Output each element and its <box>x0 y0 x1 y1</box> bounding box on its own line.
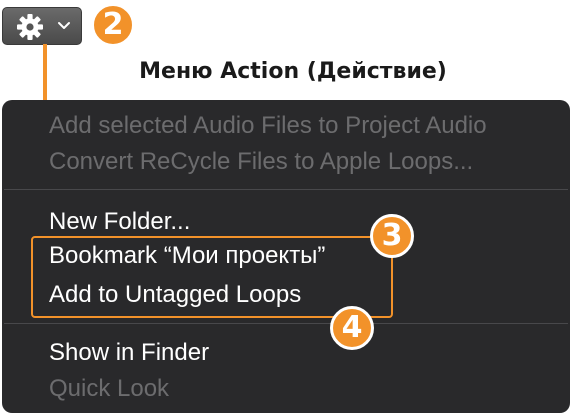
callout-badge-2: 2 <box>91 3 135 47</box>
highlight-box <box>31 236 393 318</box>
menu-item-add-to-project-audio[interactable]: Add selected Audio Files to Project Audi… <box>49 111 487 141</box>
callout-badge-4: 4 <box>330 306 374 350</box>
menu-separator <box>4 189 568 190</box>
menu-separator <box>4 323 568 324</box>
chevron-down-icon <box>58 22 70 29</box>
menu-item-new-folder[interactable]: New Folder... <box>49 207 190 237</box>
action-menu-button[interactable] <box>2 7 82 45</box>
callout-badge-3: 3 <box>370 214 414 258</box>
caption-title: Меню Action (Действие) <box>139 59 447 84</box>
gear-icon <box>17 14 43 40</box>
menu-item-convert-recycle[interactable]: Convert ReCycle Files to Apple Loops... <box>49 147 473 177</box>
menu-item-show-in-finder[interactable]: Show in Finder <box>49 338 209 368</box>
menu-item-quick-look[interactable]: Quick Look <box>49 374 169 404</box>
